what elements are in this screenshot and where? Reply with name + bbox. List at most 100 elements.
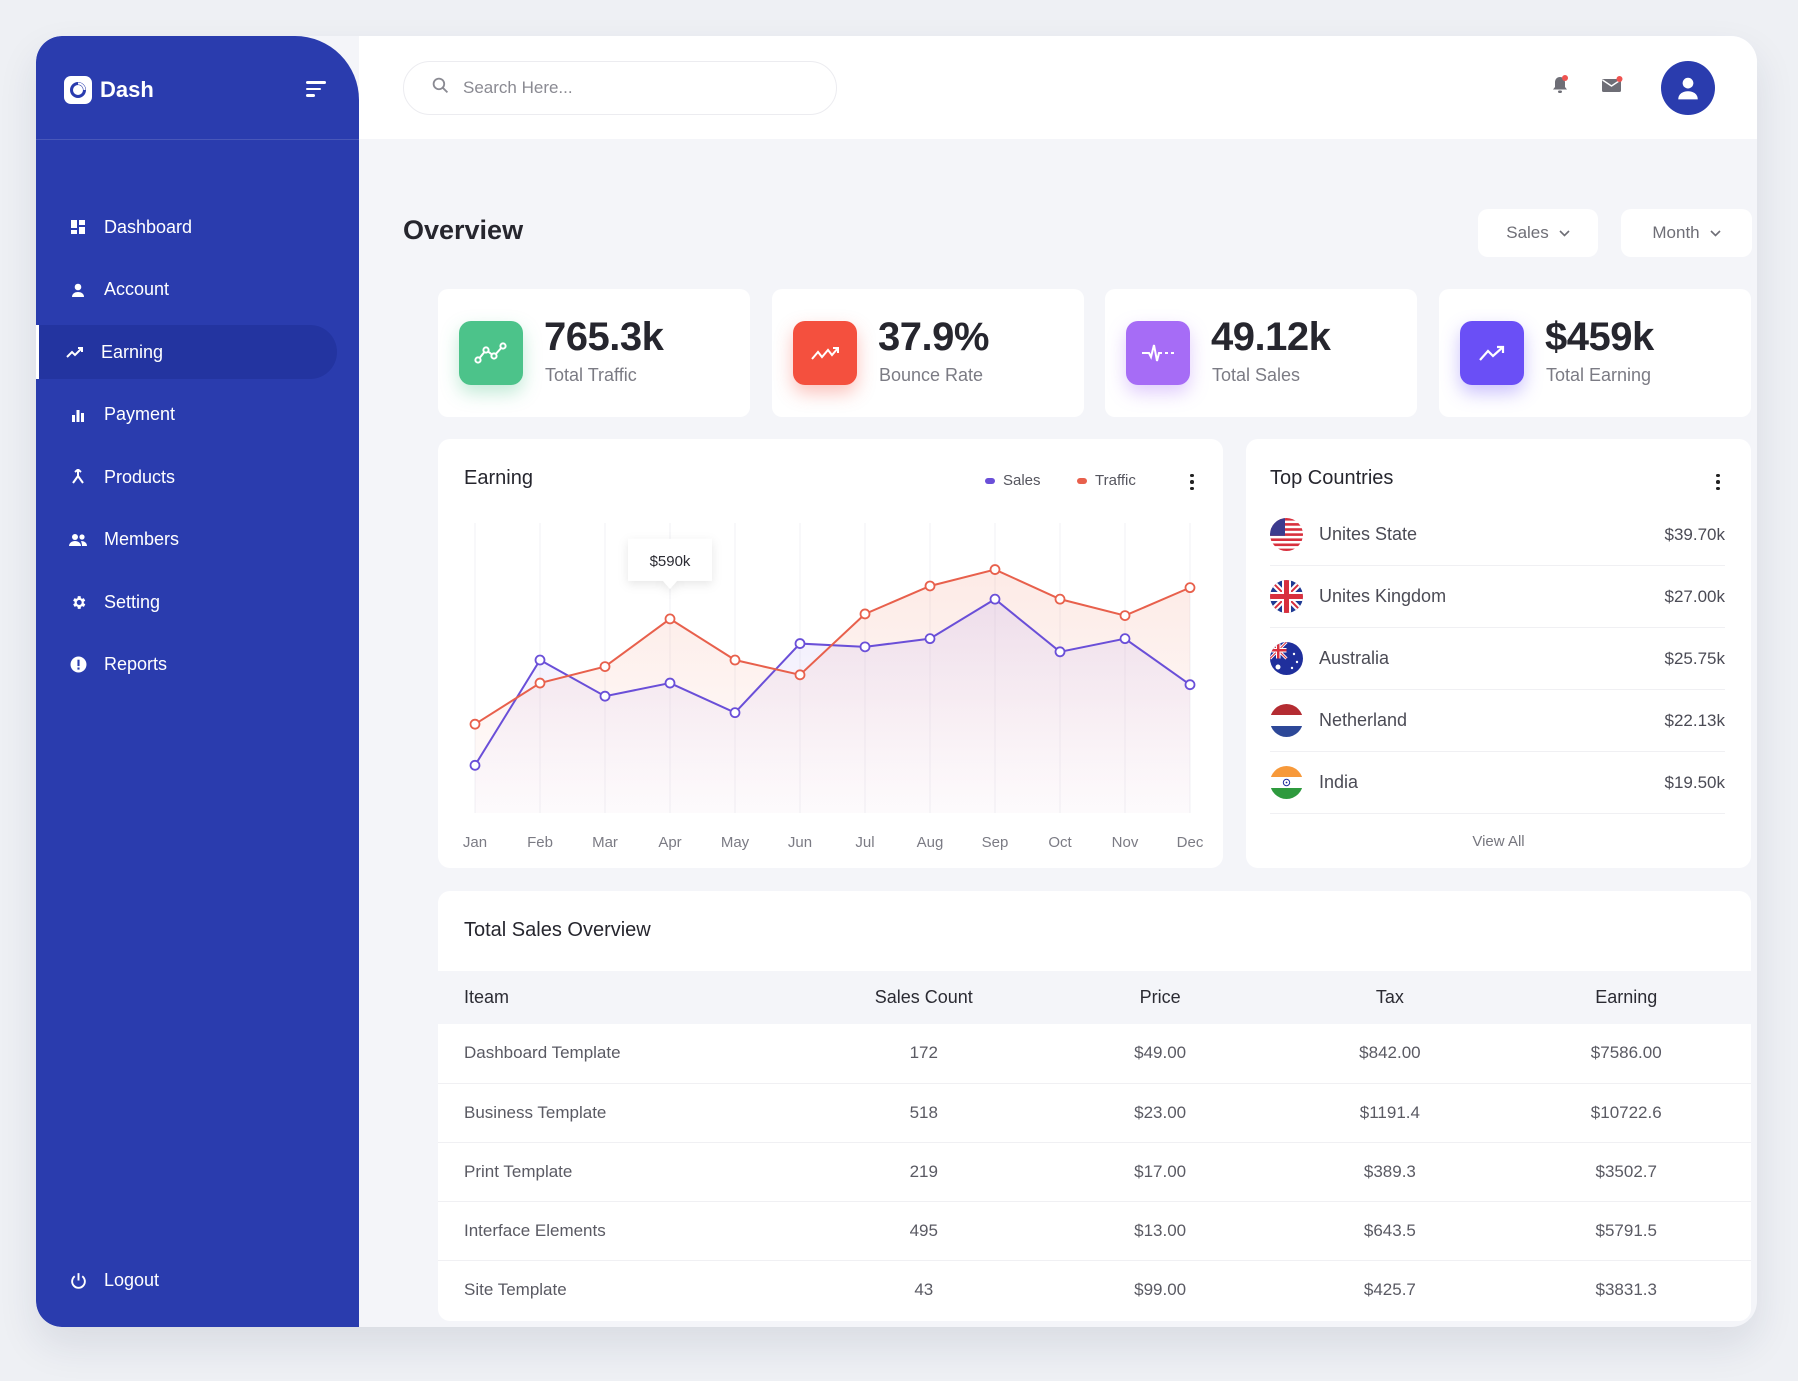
stat-value: 49.12k xyxy=(1211,315,1331,359)
main-content: Overview Sales Month 765.3k Total Traffi… xyxy=(359,139,1757,1327)
data-point-traffic xyxy=(664,613,676,625)
stat-label: Total Earning xyxy=(1546,365,1652,385)
table-row[interactable]: Dashboard Template 172 $49.00 $842.00 $7… xyxy=(438,1024,1751,1083)
cell-tax: $389.3 xyxy=(1363,1161,1416,1181)
logout-button[interactable]: Logout xyxy=(68,1270,159,1291)
month-dropdown[interactable]: Month xyxy=(1621,209,1752,257)
table-row[interactable]: Interface Elements 495 $13.00 $643.5 $57… xyxy=(438,1201,1751,1260)
sidebar-item-products[interactable]: Products xyxy=(36,450,359,504)
stat-label: Total Sales xyxy=(1212,365,1301,385)
cell-sales-count: 495 xyxy=(909,1220,938,1240)
chevron-down-icon xyxy=(1710,229,1721,237)
data-point-sales xyxy=(534,654,546,666)
stat-card-traffic: 765.3k Total Traffic xyxy=(438,289,750,417)
earning-chart-card: Earning Sales Traffic Jan Feb Mar Apr Ma… xyxy=(438,439,1223,868)
countries-more-button[interactable] xyxy=(1713,472,1723,492)
stat-label: Bounce Rate xyxy=(879,365,984,385)
sidebar-item-setting[interactable]: Setting xyxy=(36,575,359,629)
sidebar-item-earning[interactable]: Earning xyxy=(36,325,337,379)
country-row-us[interactable]: Unites State $39.70k xyxy=(1270,504,1725,566)
sidebar-divider xyxy=(36,139,359,140)
sales-dropdown[interactable]: Sales xyxy=(1478,209,1598,257)
column-header-sales-count[interactable]: Sales Count xyxy=(806,971,1042,1024)
table-row[interactable]: Site Template 43 $99.00 $425.7 $3831.3 xyxy=(438,1260,1751,1319)
country-value: $27.00k xyxy=(1664,586,1726,606)
country-name: Unites Kingdom xyxy=(1319,586,1447,606)
column-header-price[interactable]: Price xyxy=(1042,971,1278,1024)
column-header-item[interactable]: Iteam xyxy=(438,971,806,1024)
data-point-sales xyxy=(989,593,1001,605)
tooltip-label: $590k xyxy=(650,553,691,570)
data-point-sales xyxy=(664,677,676,689)
search-input[interactable] xyxy=(463,78,823,98)
country-row-australia[interactable]: Australia $25.75k xyxy=(1270,628,1725,690)
data-point-sales xyxy=(1054,646,1066,658)
user-icon xyxy=(1678,77,1698,100)
trending-up-icon xyxy=(65,342,85,362)
x-tick-label: Jun xyxy=(788,834,812,851)
country-row-uk[interactable]: Unites Kingdom $27.00k xyxy=(1270,566,1725,628)
cell-tax: $643.5 xyxy=(1363,1220,1416,1240)
mail-icon xyxy=(1602,76,1623,92)
sidebar-item-label: Members xyxy=(104,529,180,549)
cell-item: Print Template xyxy=(464,1161,573,1181)
data-point-traffic xyxy=(599,661,611,672)
sidebar-item-members[interactable]: Members xyxy=(36,513,359,567)
sidebar-item-label: Setting xyxy=(104,591,161,612)
cell-sales-count: 518 xyxy=(909,1102,938,1122)
stat-card-bounce-rate: 37.9% Bounce Rate xyxy=(772,289,1084,417)
stat-card-earning: $459k Total Earning xyxy=(1439,289,1751,417)
cell-tax: $425.7 xyxy=(1363,1279,1416,1299)
view-all-link[interactable]: View All xyxy=(1246,833,1751,850)
data-point-traffic xyxy=(1184,582,1196,594)
sidebar-item-label: Dashboard xyxy=(104,216,193,237)
country-name: Unites State xyxy=(1319,524,1418,544)
country-row-india[interactable]: India $19.50k xyxy=(1270,752,1725,814)
data-point-sales xyxy=(469,759,481,771)
stat-value: 765.3k xyxy=(544,315,664,359)
country-row-netherland[interactable]: Netherland $22.13k xyxy=(1270,690,1725,752)
cell-tax: $842.00 xyxy=(1359,1043,1421,1063)
sidebar-item-account[interactable]: Account xyxy=(36,263,359,317)
table-row[interactable]: Business Template 518 $23.00 $1191.4 $10… xyxy=(438,1083,1751,1142)
search-box[interactable] xyxy=(403,61,837,115)
sidebar-item-dashboard[interactable]: Dashboard xyxy=(36,200,359,254)
data-point-traffic xyxy=(1119,610,1131,622)
country-name: Australia xyxy=(1319,648,1390,668)
cell-item: Site Template xyxy=(464,1279,567,1299)
sidebar-item-payment[interactable]: Payment xyxy=(36,388,359,442)
sidebar-item-reports[interactable]: Reports xyxy=(36,638,359,692)
x-tick-label: Nov xyxy=(1112,834,1139,851)
x-tick-label: Aug xyxy=(917,834,944,851)
data-point-traffic xyxy=(859,608,871,620)
table-title: Total Sales Overview xyxy=(464,919,651,941)
dropdown-label: Month xyxy=(1652,223,1700,242)
brand[interactable]: Dash xyxy=(64,76,154,104)
stat-label: Total Traffic xyxy=(545,365,637,385)
country-value: $22.13k xyxy=(1664,710,1726,730)
cell-price: $49.00 xyxy=(1134,1043,1187,1063)
data-point-sales xyxy=(859,641,871,653)
data-point-traffic xyxy=(794,669,806,681)
sidebar-item-label: Earning xyxy=(101,341,164,362)
column-header-tax[interactable]: Tax xyxy=(1278,971,1501,1024)
notifications-button[interactable] xyxy=(1549,74,1571,96)
data-point-traffic xyxy=(1054,593,1066,605)
x-tick-label: Dec xyxy=(1177,834,1204,851)
table-row[interactable]: Print Template 219 $17.00 $389.3 $3502.7 xyxy=(438,1142,1751,1201)
us-flag-icon xyxy=(1270,518,1303,551)
sidebar-item-label: Payment xyxy=(104,404,176,424)
x-tick-label: Apr xyxy=(658,834,681,851)
alert-circle-icon xyxy=(68,655,88,675)
menu-toggle-button[interactable] xyxy=(306,81,328,99)
uk-flag-icon xyxy=(1270,580,1303,613)
x-tick-label: Sep xyxy=(982,834,1009,851)
messages-button[interactable] xyxy=(1601,74,1623,96)
top-countries-card: Top Countries Unites State $39.70k Unite… xyxy=(1246,439,1751,868)
user-avatar-button[interactable] xyxy=(1661,61,1715,115)
line-points-icon xyxy=(459,321,523,385)
sales-table: Iteam Sales Count Price Tax Earning Dash… xyxy=(438,971,1751,1319)
column-header-earning[interactable]: Earning xyxy=(1501,971,1751,1024)
data-point-sales xyxy=(599,690,611,702)
cell-price: $17.00 xyxy=(1134,1161,1187,1181)
